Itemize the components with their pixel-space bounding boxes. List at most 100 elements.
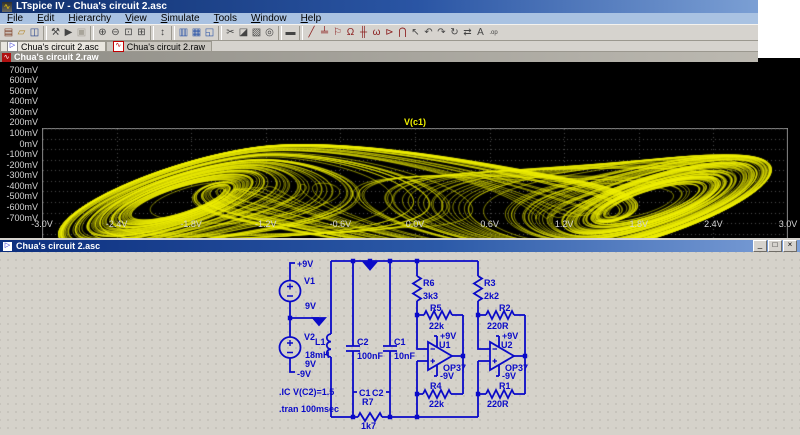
autorange-y-axis-icon[interactable]: ↕	[156, 26, 169, 40]
halt-simulation-icon[interactable]: ▣	[75, 26, 88, 40]
tab-schematic[interactable]: ▷ Chua's circuit 2.asc	[0, 41, 106, 51]
net-flag-vminus[interactable]: -9V	[297, 369, 311, 379]
menu-item-window[interactable]: Window	[244, 13, 294, 24]
rotate-icon[interactable]: ↻	[448, 26, 461, 40]
value-c2[interactable]: 100nF	[357, 351, 384, 361]
label-r5[interactable]: R5	[430, 303, 442, 313]
label-c1[interactable]: C1	[394, 337, 406, 347]
u2-vminus-flag[interactable]: -9V	[502, 371, 516, 381]
resistor-r6[interactable]	[413, 276, 421, 301]
voltage-source-v1[interactable]	[280, 281, 301, 302]
value-r7[interactable]: 1k7	[361, 421, 376, 431]
resistor-r1[interactable]	[486, 390, 514, 398]
cut-icon[interactable]: ✂	[224, 26, 237, 40]
directive-ic[interactable]: .IC V(C2)=1.5	[279, 387, 334, 397]
u2-vplus-flag[interactable]: +9V	[502, 331, 518, 341]
menu-item-tools[interactable]: Tools	[207, 13, 244, 24]
text-icon[interactable]: A	[474, 26, 487, 40]
menu-item-help[interactable]: Help	[294, 13, 329, 24]
menu-item-edit[interactable]: Edit	[30, 13, 61, 24]
menu-item-file[interactable]: File	[0, 13, 30, 24]
label-r1[interactable]: R1	[499, 381, 511, 391]
schematic-drawing: V1 9V V2 9V L1 18mH C2 100nF C1 10nF R6 …	[0, 252, 800, 435]
menu-item-hierarchy[interactable]: Hierarchy	[61, 13, 118, 24]
copy-icon[interactable]: ◪	[237, 26, 250, 40]
voltage-source-v2[interactable]	[280, 337, 301, 358]
new-schematic-icon[interactable]: ▤	[2, 26, 15, 40]
resistor-r7[interactable]	[358, 413, 382, 421]
value-c1[interactable]: 10nF	[394, 351, 416, 361]
value-r5[interactable]: 22k	[429, 321, 445, 331]
label-l1[interactable]: L1	[315, 337, 326, 347]
value-r4[interactable]: 22k	[429, 399, 445, 409]
menu-item-simulate[interactable]: Simulate	[154, 13, 207, 24]
paste-icon[interactable]: ▧	[250, 26, 263, 40]
u1-vplus-flag[interactable]: +9V	[440, 331, 456, 341]
net-flag-c1[interactable]: C1	[359, 388, 371, 398]
value-r3[interactable]: 2k2	[484, 291, 499, 301]
label-u1[interactable]: U1	[439, 340, 451, 350]
wire-icon[interactable]: ╱	[305, 26, 318, 40]
label-u2[interactable]: U2	[501, 340, 513, 350]
label-v2[interactable]: V2	[304, 332, 315, 342]
restore-button[interactable]: □	[768, 240, 782, 252]
title-bar[interactable]: ∿ LTspice IV - Chua's circuit 2.asc	[0, 0, 758, 13]
zoom-in-icon[interactable]: ⊕	[96, 26, 109, 40]
trace-legend[interactable]: V(c1)	[42, 117, 788, 127]
toolbar-separator	[299, 26, 303, 40]
label-c2[interactable]: C2	[357, 337, 369, 347]
minimize-button[interactable]: _	[753, 240, 767, 252]
inductor-icon[interactable]: ω	[370, 26, 383, 40]
redo-icon[interactable]: ↷	[435, 26, 448, 40]
value-r6[interactable]: 3k3	[423, 291, 438, 301]
value-v1[interactable]: 9V	[305, 301, 316, 311]
tab-waveform[interactable]: ∿ Chua's circuit 2.raw	[106, 41, 212, 51]
capacitor-icon[interactable]: ╫	[357, 26, 370, 40]
ground-icon[interactable]: ╧	[318, 26, 331, 40]
value-r2[interactable]: 220R	[487, 321, 509, 331]
label-r7[interactable]: R7	[362, 397, 374, 407]
resistor-r4[interactable]	[423, 390, 451, 398]
value-r1[interactable]: 220R	[487, 399, 509, 409]
undo-icon[interactable]: ↶	[422, 26, 435, 40]
find-icon[interactable]: ◎	[263, 26, 276, 40]
ground-icon[interactable]	[313, 263, 376, 326]
close-button[interactable]: ×	[783, 240, 797, 252]
waveform-window-caption[interactable]: ∿ Chua's circuit 2.raw	[0, 52, 758, 62]
mirror-icon[interactable]: ⇄	[461, 26, 474, 40]
resistor-r3[interactable]	[474, 276, 482, 301]
zoom-out-icon[interactable]: ⊖	[109, 26, 122, 40]
resistor-icon[interactable]: Ω	[344, 26, 357, 40]
move-icon[interactable]: ↖	[409, 26, 422, 40]
label-r6[interactable]: R6	[423, 278, 435, 288]
y-axis-tick-label: -100mV	[0, 150, 38, 159]
menu-item-view[interactable]: View	[118, 13, 154, 24]
run-simulation-icon[interactable]: ▶	[62, 26, 75, 40]
spice-directive-icon[interactable]: .op	[487, 26, 500, 40]
cascade-windows-icon[interactable]: ◱	[203, 26, 216, 40]
label-r3[interactable]: R3	[484, 278, 496, 288]
schematic-canvas[interactable]: V1 9V V2 9V L1 18mH C2 100nF C1 10nF R6 …	[0, 252, 800, 435]
component-icon[interactable]: ⋂	[396, 26, 409, 40]
directive-tran[interactable]: .tran 100msec	[279, 404, 339, 414]
control-panel-icon[interactable]: ⚒	[49, 26, 62, 40]
zoom-full-extents-icon[interactable]: ⊞	[135, 26, 148, 40]
save-icon[interactable]: ◫	[28, 26, 41, 40]
print-icon[interactable]: ▬	[284, 26, 297, 40]
value-v2[interactable]: 9V	[305, 359, 316, 369]
u1-vminus-flag[interactable]: -9V	[440, 371, 454, 381]
open-file-icon[interactable]: ▱	[15, 26, 28, 40]
label-v1[interactable]: V1	[304, 276, 315, 286]
label-r4[interactable]: R4	[430, 381, 442, 391]
net-label-icon[interactable]: ⚐	[331, 26, 344, 40]
value-l1[interactable]: 18mH	[305, 350, 330, 360]
tile-vertically-icon[interactable]: ▥	[177, 26, 190, 40]
tile-horizontally-icon[interactable]: ▦	[190, 26, 203, 40]
schematic-window-caption[interactable]: ▷ Chua's circuit 2.asc _ □ ×	[0, 240, 800, 252]
diode-icon[interactable]: ⊳	[383, 26, 396, 40]
zoom-area-icon[interactable]: ⊡	[122, 26, 135, 40]
net-flag-vplus[interactable]: +9V	[297, 259, 313, 269]
label-r2[interactable]: R2	[499, 303, 511, 313]
net-flag-c2[interactable]: C2	[372, 388, 384, 398]
toolbar-separator	[150, 26, 154, 40]
